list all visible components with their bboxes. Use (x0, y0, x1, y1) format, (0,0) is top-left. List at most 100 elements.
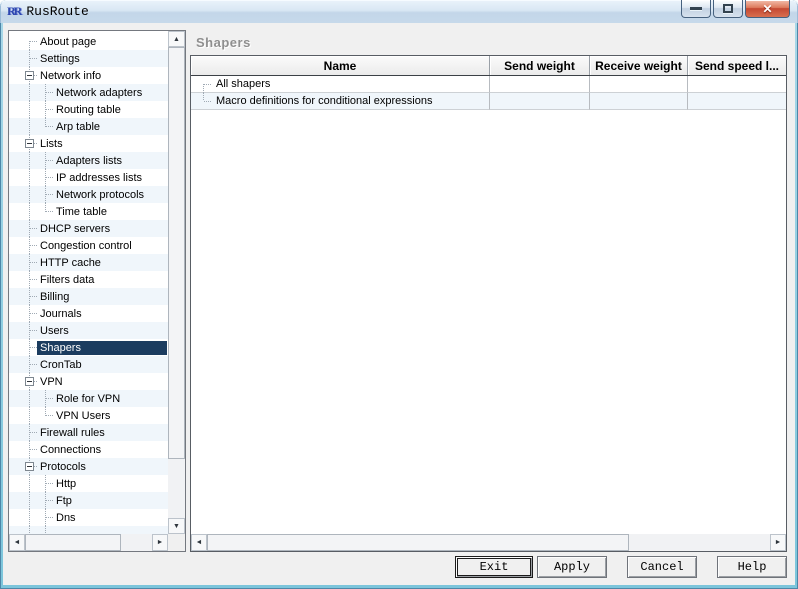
scrollbar-track[interactable] (629, 534, 770, 551)
table-row[interactable]: Macro definitions for conditional expres… (191, 93, 786, 110)
sidebar-item-arp-table[interactable]: Arp table (9, 118, 168, 135)
sidebar-item-label: Role for VPN (56, 392, 121, 405)
sidebar-item-role-for-vpn[interactable]: Role for VPN (9, 390, 168, 407)
column-header[interactable]: Send speed l... (688, 56, 786, 75)
titlebar[interactable]: RR RusRoute ✕ (0, 0, 798, 23)
minimize-button[interactable] (681, 0, 711, 18)
sidebar-item-shapers[interactable]: Shapers (9, 339, 168, 356)
sidebar-item-protocols[interactable]: Protocols (9, 458, 168, 475)
tree-line (29, 492, 30, 509)
sidebar-item-adapters-lists[interactable]: Adapters lists (9, 152, 168, 169)
expand-collapse-icon[interactable] (25, 71, 34, 80)
expand-collapse-icon[interactable] (25, 139, 34, 148)
close-button[interactable]: ✕ (745, 0, 790, 18)
tree-horizontal-scrollbar[interactable]: ◄ ► (9, 534, 168, 551)
tree-line (29, 186, 30, 203)
scrollbar-thumb[interactable] (168, 47, 185, 459)
sidebar-item-label: Http (56, 477, 77, 490)
column-header[interactable]: Send weight (490, 56, 590, 75)
sidebar-item-network-info[interactable]: Network info (9, 67, 168, 84)
sidebar-item-http[interactable]: Http (9, 475, 168, 492)
tree-line (29, 152, 30, 169)
sidebar-item-clipped[interactable] (9, 526, 168, 534)
sidebar-item-settings[interactable]: Settings (9, 50, 168, 67)
app-window: RR RusRoute ✕ About page Settings Networ… (0, 0, 798, 589)
sidebar-item-firewall-rules[interactable]: Firewall rules (9, 424, 168, 441)
cell-receive-weight[interactable] (590, 76, 688, 93)
sidebar-item-vpn-users[interactable]: VPN Users (9, 407, 168, 424)
tree-line (203, 93, 204, 101)
scrollbar-thumb[interactable] (25, 534, 121, 551)
scrollbar-thumb[interactable] (207, 534, 629, 551)
sidebar-item-users[interactable]: Users (9, 322, 168, 339)
cell-receive-weight[interactable] (590, 93, 688, 110)
sidebar-item-label: Settings (40, 52, 80, 65)
sidebar-item-journals[interactable]: Journals (9, 305, 168, 322)
tree-line (204, 84, 212, 85)
cell-send-speed-limit[interactable] (688, 76, 786, 93)
sidebar-item-connections[interactable]: Connections (9, 441, 168, 458)
footer-button-bar: Exit Apply Cancel Help (455, 556, 787, 578)
sidebar-item-about-page[interactable]: About page (9, 33, 168, 50)
arrow-down-icon: ▼ (173, 522, 180, 530)
sidebar-item-label: Protocols (40, 460, 86, 473)
sidebar-item-label: Time table (56, 205, 107, 218)
sidebar-item-dns[interactable]: Dns (9, 509, 168, 526)
cell-send-weight[interactable] (490, 76, 590, 93)
sidebar-item-label: DHCP servers (40, 222, 111, 235)
maximize-icon (723, 4, 733, 13)
scroll-left-button[interactable]: ◄ (191, 534, 207, 551)
cell-name[interactable]: All shapers (191, 76, 490, 93)
cell-send-weight[interactable] (490, 93, 590, 110)
table-body: All shapers Macro definitions for condit… (191, 76, 786, 110)
maximize-button[interactable] (713, 0, 743, 18)
window-body: About page Settings Network info Network… (3, 23, 795, 585)
expand-collapse-icon[interactable] (25, 462, 34, 471)
sidebar-item-network-adapters[interactable]: Network adapters (9, 84, 168, 101)
apply-button[interactable]: Apply (537, 556, 607, 578)
help-button[interactable]: Help (717, 556, 787, 578)
tree-line (29, 101, 30, 118)
sidebar-item-lists[interactable]: Lists (9, 135, 168, 152)
table-row[interactable]: All shapers (191, 76, 786, 93)
cell-send-speed-limit[interactable] (688, 93, 786, 110)
navigation-tree-panel: About page Settings Network info Network… (8, 30, 186, 552)
cancel-button[interactable]: Cancel (627, 556, 697, 578)
arrow-left-icon: ◄ (13, 539, 21, 546)
sidebar-item-network-protocols[interactable]: Network protocols (9, 186, 168, 203)
table-horizontal-scrollbar[interactable]: ◄ ► (191, 534, 786, 551)
arrow-left-icon: ◄ (195, 539, 203, 546)
sidebar-item-congestion-control[interactable]: Congestion control (9, 237, 168, 254)
sidebar-item-vpn[interactable]: VPN (9, 373, 168, 390)
scroll-down-button[interactable]: ▼ (168, 518, 185, 534)
scrollbar-track[interactable] (121, 534, 152, 551)
sidebar-item-filters-data[interactable]: Filters data (9, 271, 168, 288)
scroll-up-button[interactable]: ▲ (168, 31, 185, 47)
column-header[interactable]: Name (191, 56, 490, 75)
shapers-table: Name Send weight Receive weight Send speed … (190, 55, 787, 552)
close-icon: ✕ (762, 1, 773, 16)
sidebar-item-label: Firewall rules (40, 426, 105, 439)
scroll-right-button[interactable]: ► (770, 534, 786, 551)
sidebar-item-time-table[interactable]: Time table (9, 203, 168, 220)
sidebar-item-label: IP addresses lists (56, 171, 143, 184)
cell-name[interactable]: Macro definitions for conditional expres… (191, 93, 490, 110)
sidebar-item-label: VPN Users (56, 409, 111, 422)
sidebar-item-label: Users (40, 324, 69, 337)
sidebar-item-ip-addresses-lists[interactable]: IP addresses lists (9, 169, 168, 186)
row-name-label: All shapers (216, 78, 271, 90)
sidebar-item-label: Congestion control (40, 239, 132, 252)
sidebar-item-ftp[interactable]: Ftp (9, 492, 168, 509)
scroll-right-button[interactable]: ► (152, 534, 168, 551)
sidebar-item-http-cache[interactable]: HTTP cache (9, 254, 168, 271)
exit-button[interactable]: Exit (455, 556, 533, 578)
sidebar-item-dhcp-servers[interactable]: DHCP servers (9, 220, 168, 237)
column-header[interactable]: Receive weight (590, 56, 688, 75)
sidebar-item-routing-table[interactable]: Routing table (9, 101, 168, 118)
expand-collapse-icon[interactable] (25, 377, 34, 386)
sidebar-item-billing[interactable]: Billing (9, 288, 168, 305)
sidebar-item-crontab[interactable]: CronTab (9, 356, 168, 373)
scroll-left-button[interactable]: ◄ (9, 534, 25, 551)
tree-vertical-scrollbar[interactable]: ▲ ▼ (168, 31, 185, 534)
scrollbar-track[interactable] (168, 459, 185, 518)
